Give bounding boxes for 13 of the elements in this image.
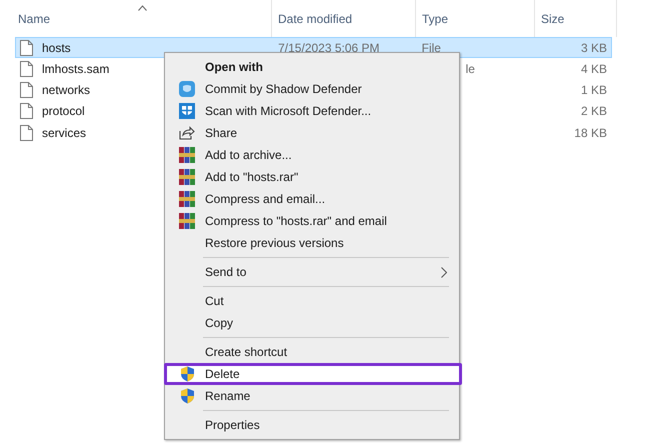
type-text: File [422,40,441,54]
date-text: 7/15/2023 5:06 PM [278,40,380,54]
size-text: 18 KB [574,126,607,140]
file-name: protocol [42,104,85,118]
size-text: 4 KB [580,62,607,76]
file-name: hosts [42,40,71,54]
size-text: 1 KB [580,83,607,98]
file-name: lmhosts.sam [42,62,110,76]
file-name: networks [42,83,90,98]
type-text: le [466,62,475,76]
file-name: services [42,126,86,140]
size-text: 2 KB [580,104,607,118]
size-text: 3 KB [580,40,607,54]
